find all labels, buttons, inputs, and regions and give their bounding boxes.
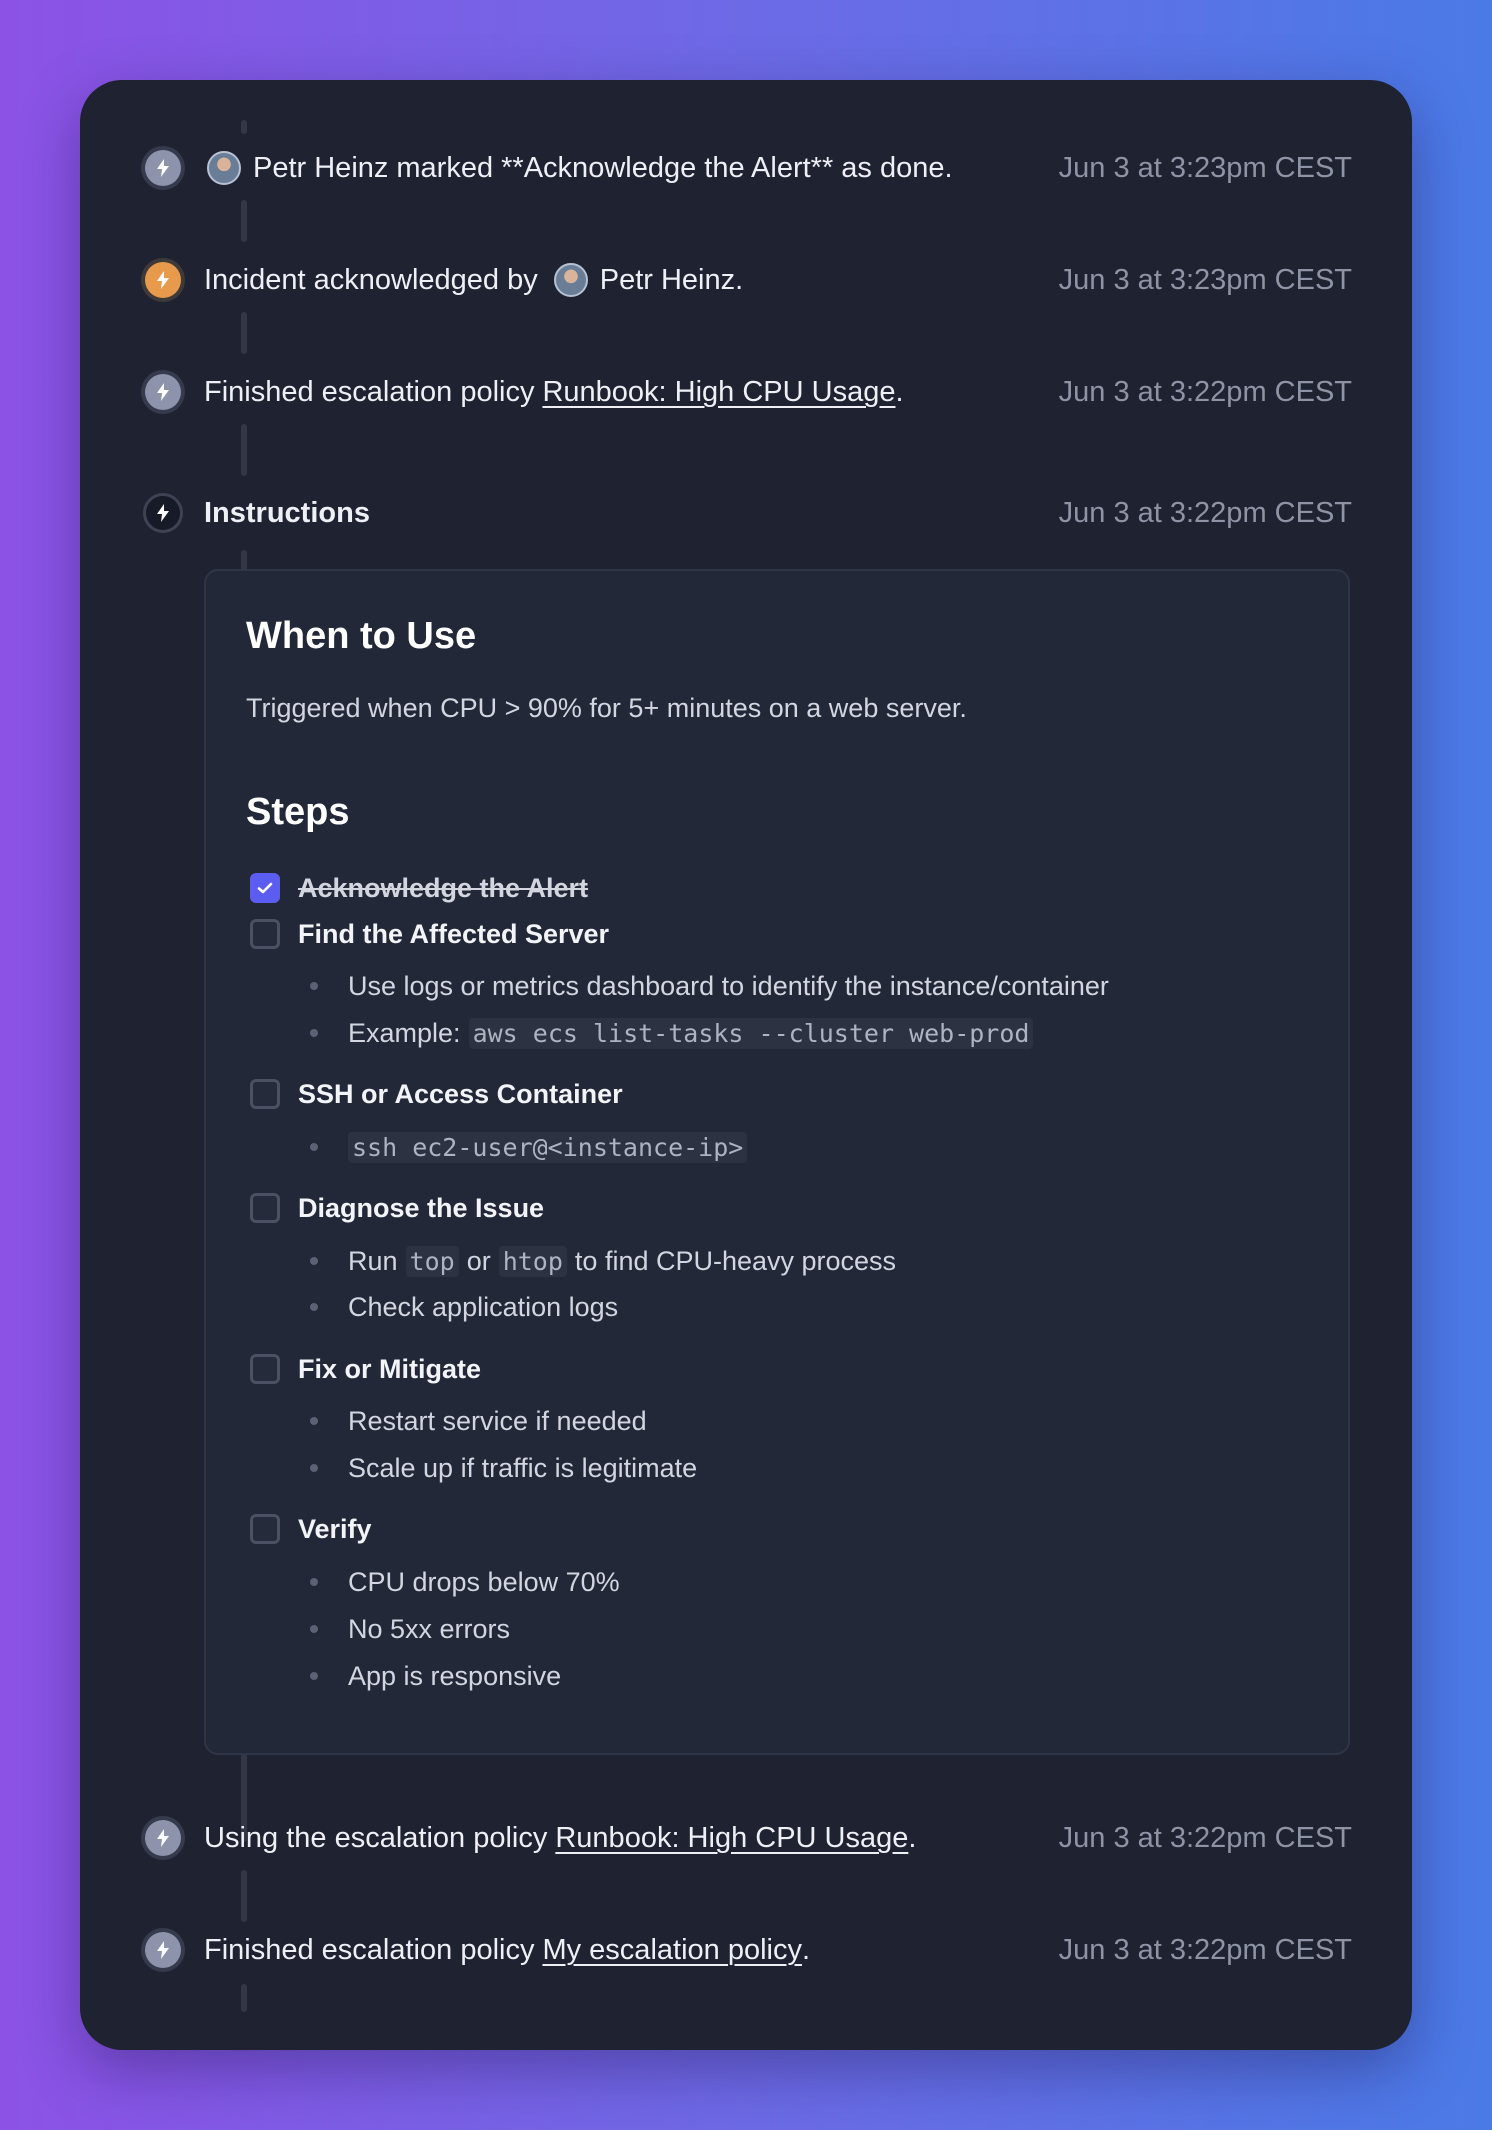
event-text: Petr Heinz marked **Acknowledge the Aler…: [207, 143, 953, 193]
event-message: Using the escalation policy: [204, 1822, 548, 1854]
step-checkbox[interactable]: [250, 919, 280, 949]
event-message: Finished escalation policy: [204, 1934, 535, 1966]
step-checkbox[interactable]: [250, 1079, 280, 1109]
step-bullet: CPU drops below 70%: [310, 1565, 620, 1599]
lightning-bolt-icon: [145, 262, 181, 298]
event-person[interactable]: Petr Heinz: [253, 143, 388, 193]
inline-code: aws ecs list-tasks --cluster web-prod: [468, 1017, 1034, 1049]
event-time: Jun 3 at 3:22pm CEST: [1058, 1934, 1352, 1966]
step-item: Find the Affected Server: [250, 917, 609, 951]
when-to-use-heading: When to Use: [246, 615, 477, 657]
bullet-text: Restart service if needed: [348, 1405, 647, 1436]
event-suffix: .: [895, 376, 904, 408]
escalation-policy-link[interactable]: Runbook: High CPU Usage: [542, 367, 895, 417]
timeline-spine: [241, 120, 247, 134]
event-text: Incident acknowledged by Petr Heinz.: [204, 255, 743, 305]
step-item: Verify: [250, 1512, 372, 1546]
timeline-spine: [241, 200, 247, 242]
checkmark-icon: [257, 882, 273, 894]
event-person[interactable]: Petr Heinz: [600, 255, 735, 305]
escalation-policy-link[interactable]: My escalation policy: [542, 1925, 802, 1975]
step-checkbox[interactable]: [250, 1193, 280, 1223]
bullet-text: to find CPU-heavy process: [574, 1245, 897, 1276]
event-suffix: .: [801, 1934, 811, 1966]
bullet-text: App is responsive: [348, 1660, 562, 1691]
inline-code: htop: [498, 1245, 567, 1277]
lightning-bolt-icon: [143, 493, 183, 533]
bullet-text: No 5xx errors: [348, 1613, 511, 1644]
event-time: Jun 3 at 3:22pm CEST: [1058, 376, 1352, 408]
event-time: Jun 3 at 3:22pm CEST: [1058, 497, 1352, 529]
step-label: Diagnose the Issue: [298, 1192, 545, 1223]
step-checkbox[interactable]: [250, 1514, 280, 1544]
lightning-bolt-icon: [145, 374, 181, 410]
bullet-text: Scale up if traffic is legitimate: [348, 1452, 698, 1483]
step-item: SSH or Access Container: [250, 1077, 623, 1111]
inline-code: top: [405, 1245, 459, 1277]
step-checkbox[interactable]: [250, 873, 280, 903]
lightning-bolt-icon: [145, 150, 181, 186]
lightning-bolt-icon: [145, 1932, 181, 1968]
event-time: Jun 3 at 3:22pm CEST: [1058, 1822, 1352, 1854]
when-to-use-text: Triggered when CPU > 90% for 5+ minutes …: [246, 693, 967, 723]
inline-code: ssh ec2-user@<instance-ip>: [348, 1131, 748, 1163]
step-bullet: Use logs or metrics dashboard to identif…: [310, 969, 1109, 1003]
lightning-bolt-icon: [145, 1820, 181, 1856]
instructions-panel: When to Use Triggered when CPU > 90% for…: [204, 569, 1350, 1755]
event-message: Finished escalation policy: [204, 376, 535, 408]
timeline-event: Petr Heinz marked **Acknowledge the Aler…: [145, 143, 1352, 193]
timeline-event: Using the escalation policy Runbook: Hig…: [145, 1813, 1352, 1863]
step-bullet: Run top or htop to find CPU-heavy proces…: [310, 1244, 896, 1278]
timeline-spine: [241, 312, 247, 354]
step-checkbox[interactable]: [250, 1354, 280, 1384]
bullet-text: Run: [348, 1245, 398, 1276]
step-bullet: Example: aws ecs list-tasks --cluster web…: [310, 1016, 1034, 1050]
event-time: Jun 3 at 3:23pm CEST: [1058, 264, 1352, 296]
step-item: Diagnose the Issue: [250, 1191, 544, 1225]
bullet-text: CPU drops below 70%: [348, 1566, 620, 1597]
event-message: Incident acknowledged by: [204, 264, 538, 296]
user-avatar[interactable]: [553, 263, 588, 297]
step-bullet: Scale up if traffic is legitimate: [310, 1451, 697, 1485]
timeline-spine: [241, 424, 247, 476]
event-text: Finished escalation policy My escalation…: [204, 1925, 810, 1975]
escalation-policy-link[interactable]: Runbook: High CPU Usage: [555, 1813, 908, 1863]
steps-heading: Steps: [246, 791, 350, 833]
timeline-event-instructions: Instructions Jun 3 at 3:22pm CEST: [143, 488, 1352, 538]
timeline-event: Finished escalation policy My escalation…: [145, 1925, 1352, 1975]
event-text: Finished escalation policy Runbook: High…: [204, 367, 904, 417]
bullet-text: or: [466, 1245, 491, 1276]
step-bullet: No 5xx errors: [310, 1612, 510, 1646]
timeline-event: Incident acknowledged by Petr Heinz. Jun…: [145, 255, 1352, 305]
event-text: Using the escalation policy Runbook: Hig…: [204, 1813, 916, 1863]
user-avatar[interactable]: [207, 151, 241, 185]
timeline-spine: [241, 1984, 247, 2012]
step-label: SSH or Access Container: [298, 1078, 623, 1109]
event-suffix: .: [908, 1822, 917, 1854]
event-suffix: .: [735, 264, 744, 296]
step-label: Verify: [298, 1513, 372, 1544]
step-bullet: ssh ec2-user@<instance-ip>: [310, 1130, 748, 1164]
step-item: Fix or Mitigate: [250, 1352, 481, 1386]
step-label: Fix or Mitigate: [298, 1353, 482, 1384]
instructions-title: Instructions: [204, 497, 370, 529]
timeline-spine: [241, 1870, 247, 1922]
bullet-text: Use logs or metrics dashboard to identif…: [348, 970, 1109, 1001]
event-message: marked **Acknowledge the Alert** as done…: [396, 152, 953, 184]
step-item: Acknowledge the Alert: [250, 871, 588, 905]
timeline-event: Finished escalation policy Runbook: High…: [145, 367, 1352, 417]
step-bullet: Restart service if needed: [310, 1404, 647, 1438]
bullet-text: Example:: [348, 1017, 461, 1048]
bullet-text: Check application logs: [348, 1291, 619, 1322]
step-label: Acknowledge the Alert: [298, 872, 589, 903]
step-bullet: App is responsive: [310, 1659, 561, 1693]
event-time: Jun 3 at 3:23pm CEST: [1058, 152, 1352, 184]
step-bullet: Check application logs: [310, 1290, 618, 1324]
step-label: Find the Affected Server: [298, 918, 610, 949]
